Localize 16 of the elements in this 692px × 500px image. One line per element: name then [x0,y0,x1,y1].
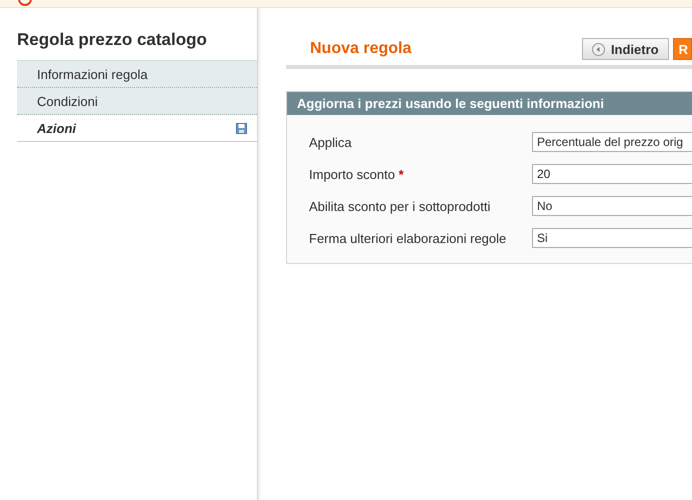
sidebar-tab[interactable]: Azioni [17,115,257,142]
field-label: Applica [309,134,352,150]
field-label: Importo sconto [309,166,395,182]
field-label: Abilita sconto per i sottoprodotti [309,198,490,214]
select-field[interactable]: Si [532,228,692,248]
page-title: Nuova regola [310,40,412,58]
select-field[interactable]: No [532,196,692,216]
input-field[interactable]: 20 [532,164,692,184]
sidebar-title: Regola prezzo catalogo [17,30,208,50]
field-label: Ferma ulteriori elaborazioni regole [309,230,506,246]
back-button[interactable]: Indietro [582,38,669,60]
select-field[interactable]: Percentuale del prezzo orig [532,132,692,152]
sidebar-tab[interactable]: Condizioni [17,88,257,115]
sidebar-tab[interactable]: Informazioni regola [17,61,257,88]
section-header: Aggiorna i prezzi usando le seguenti informazioni [287,92,692,115]
required-mark: * [398,166,404,182]
